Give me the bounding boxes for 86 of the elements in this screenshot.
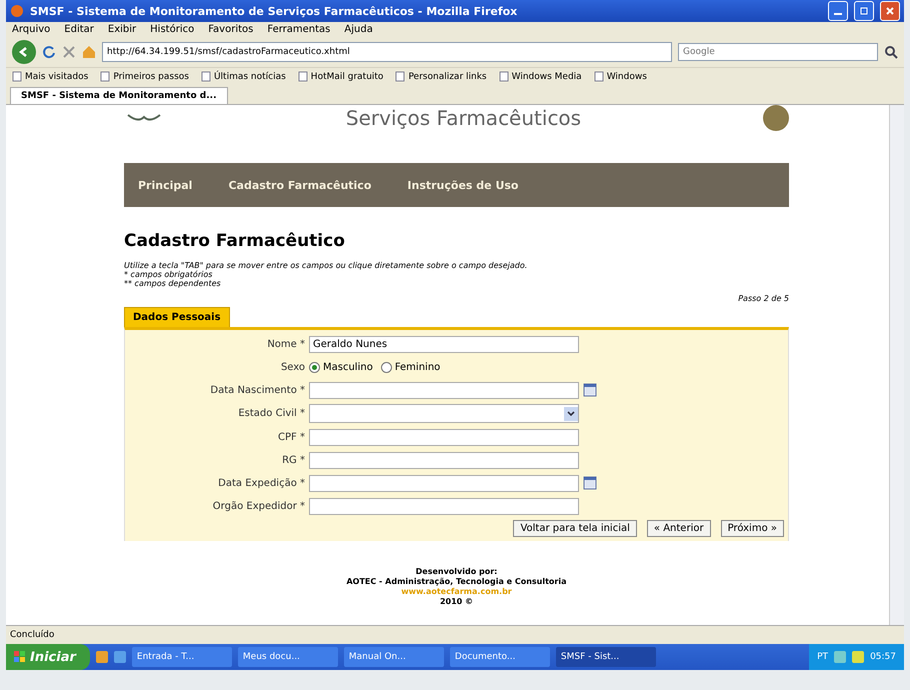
radio-option[interactable]: Feminino [380, 362, 440, 372]
search-icon[interactable] [884, 45, 898, 59]
back-button[interactable] [12, 40, 36, 64]
field-label: Nome * [266, 338, 305, 350]
text-field[interactable]: Geraldo Nunes [309, 336, 579, 352]
taskbar-button[interactable]: SMSF - Sist... [556, 647, 656, 667]
instruction-text: ** campos dependentes [124, 279, 222, 288]
page-icon [100, 71, 110, 82]
scrollbar[interactable] [889, 105, 904, 625]
taskbar-button[interactable]: Meus docu... [238, 647, 338, 667]
page-icon [298, 71, 308, 82]
menu-item[interactable]: Favoritos [208, 24, 254, 35]
maximize-button[interactable] [854, 1, 874, 21]
text-field[interactable] [309, 452, 579, 468]
page-icon [200, 71, 211, 82]
page-icon [594, 71, 604, 82]
browser-tab[interactable]: SMSF - Sistema de Monitoramento d... [10, 87, 228, 104]
menu-item[interactable]: Ajuda [344, 24, 373, 35]
taskbar-button[interactable]: Entrada - T... [132, 647, 232, 667]
field-label: Estado Civil * [237, 408, 305, 419]
start-button[interactable]: Iniciar [6, 644, 90, 670]
footer-text: Desenvolvido por: [416, 567, 498, 577]
quick-launch-icon[interactable] [96, 651, 108, 663]
banner-text: Serviços Farmacêuticos [346, 108, 582, 128]
close-icon [886, 7, 894, 15]
calendar-icon[interactable] [583, 476, 597, 490]
instruction-text: Utilize a tecla "TAB" para se mover entre os campos ou clique diretamente sobre o campo desejado. [124, 261, 528, 270]
footer-text: AOTEC - Administração, Tecnologia e Consultoria [346, 577, 567, 587]
radio-option[interactable]: Masculino [309, 362, 373, 372]
maximize-icon [860, 7, 868, 15]
field-label: Data Nascimento * [209, 384, 305, 396]
nav-link[interactable]: Cadastro Farmacêutico [228, 178, 372, 192]
tray-icon[interactable] [834, 651, 846, 663]
windows-flag-icon [14, 651, 26, 663]
search-field[interactable]: Google [678, 43, 878, 61]
bookmark-link[interactable]: Mais visitados [12, 71, 88, 82]
field-label: RG * [281, 454, 305, 466]
dropdown-field[interactable] [309, 404, 579, 423]
stop-icon[interactable] [62, 45, 76, 59]
seal-icon [763, 105, 789, 131]
date-field[interactable] [309, 474, 579, 492]
bookmark-link[interactable]: HotMail gratuito [298, 71, 384, 82]
bookmark-link[interactable]: Personalizar links [395, 71, 487, 82]
field-label: Sexo [280, 362, 305, 372]
page-heading: Cadastro Farmacêutico [124, 231, 346, 251]
nav-button[interactable]: « Anterior [646, 520, 711, 537]
text-field[interactable] [309, 498, 579, 514]
taskbar-button[interactable]: Manual On... [344, 647, 444, 667]
page-icon [498, 71, 509, 82]
bookmark-link[interactable]: Primeiros passos [100, 71, 189, 82]
field-label: Data Expedição * [217, 478, 305, 488]
taskbar-button[interactable]: Documento... [450, 647, 550, 667]
footer-text: 2010 © [440, 597, 474, 607]
menu-item[interactable]: Histórico [150, 24, 194, 35]
menu-item[interactable]: Exibir [108, 24, 136, 35]
address-field[interactable]: http://64.34.199.51/smsf/cadastroFarmaceutico.xhtml [102, 42, 672, 62]
field-label: Orgão Expedidor * [212, 500, 305, 512]
text-field[interactable] [309, 428, 579, 446]
bookmark-link[interactable]: Windows Media [498, 71, 582, 82]
step-indicator: Passo 2 de 5 [737, 294, 789, 303]
form-tab[interactable]: Dados Pessoais [124, 307, 230, 327]
browser-icon [10, 4, 24, 18]
menu-item[interactable]: Arquivo [12, 24, 50, 35]
instruction-text: * campos obrigatórios [124, 270, 214, 279]
nav-link[interactable]: Instruções de Uso [407, 178, 518, 192]
menu-item[interactable]: Editar [64, 24, 94, 35]
home-icon[interactable] [82, 45, 96, 59]
reload-icon[interactable] [42, 45, 56, 59]
nav-button[interactable]: Voltar para tela inicial [513, 520, 637, 537]
bookmark-link[interactable]: Últimas notícias [200, 71, 286, 82]
bookmark-link[interactable]: Windows [594, 71, 647, 82]
page-icon [395, 71, 406, 82]
calendar-icon[interactable] [583, 383, 597, 397]
chevron-icon [564, 406, 578, 420]
nav-button[interactable]: Próximo » [720, 520, 784, 537]
date-field[interactable] [309, 382, 579, 398]
minimize-button[interactable] [828, 1, 848, 21]
tray-icon[interactable] [852, 651, 864, 663]
quick-launch-icon[interactable] [114, 651, 126, 663]
field-label: CPF * [277, 432, 305, 442]
window-title: SMSF - Sistema de Monitoramento de Serviços Farmacêuticos - Mozilla Firefox [30, 4, 518, 18]
clock-text: 05:57 [870, 652, 896, 662]
close-button[interactable] [880, 1, 900, 21]
menu-item[interactable]: Ferramentas [267, 24, 330, 35]
page-icon [12, 71, 22, 82]
nav-link[interactable]: Principal [138, 178, 192, 192]
